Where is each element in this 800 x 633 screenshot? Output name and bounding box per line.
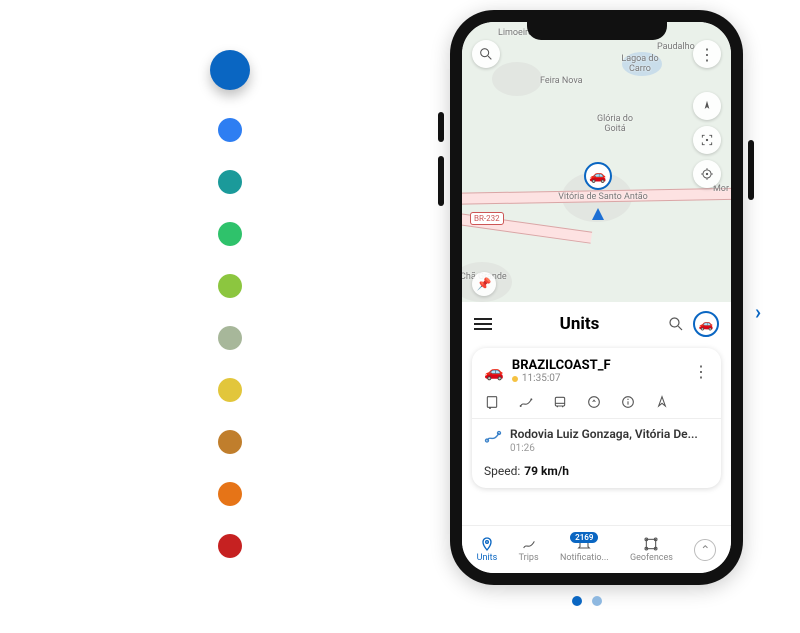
nav-label: Geofences bbox=[630, 553, 673, 563]
nav-notifications[interactable]: 2169 Notificatio... bbox=[560, 536, 609, 563]
palette-color-7[interactable] bbox=[218, 430, 242, 454]
nav-units[interactable]: Units bbox=[477, 536, 498, 563]
map-options-button[interactable]: ⋮ bbox=[693, 40, 721, 68]
pin-icon bbox=[479, 536, 495, 552]
trip-address: Rodovia Luiz Gonzaga, Vitória De... bbox=[510, 427, 698, 441]
bus-icon[interactable] bbox=[552, 394, 568, 410]
palette-color-4[interactable] bbox=[218, 274, 242, 298]
target-icon bbox=[700, 167, 714, 181]
compass-icon bbox=[700, 99, 714, 113]
chevron-up-icon: ⌃ bbox=[700, 543, 710, 557]
map-search-button[interactable] bbox=[472, 40, 500, 68]
locate-button[interactable] bbox=[693, 160, 721, 188]
menu-button[interactable] bbox=[474, 318, 492, 330]
geofence-icon bbox=[643, 536, 659, 552]
map-label: Lagoa do Carro bbox=[610, 54, 670, 74]
map-view[interactable]: Limoeiro Paudalho Lagoa do Carro Feira N… bbox=[462, 22, 731, 302]
report-icon[interactable] bbox=[484, 394, 500, 410]
panel-header: Units 🚗 bbox=[462, 304, 731, 344]
navigate-icon[interactable] bbox=[654, 394, 670, 410]
compass-button[interactable] bbox=[693, 92, 721, 120]
next-slide-button[interactable]: › bbox=[755, 300, 761, 324]
map-label: Mor bbox=[713, 184, 729, 194]
speed-row: Speed: 79 km/h bbox=[484, 464, 709, 478]
status-dot-icon bbox=[512, 376, 518, 382]
carousel-dot-1[interactable] bbox=[592, 596, 602, 606]
palette-color-8[interactable] bbox=[218, 482, 242, 506]
carousel-dots bbox=[572, 596, 602, 606]
chevron-right-icon: › bbox=[755, 300, 761, 324]
nav-more-button[interactable]: ⌃ bbox=[694, 539, 716, 561]
hamburger-icon bbox=[474, 318, 492, 320]
car-icon: 🚗 bbox=[699, 317, 714, 331]
road-badge: BR-232 bbox=[470, 212, 504, 225]
phone-side-button bbox=[748, 140, 754, 200]
unit-card-header: 🚗 BRAZILCOAST_F 11:35:07 ⋮ bbox=[484, 358, 709, 384]
phone-side-button bbox=[438, 112, 444, 142]
nav-label: Trips bbox=[519, 553, 539, 563]
panel-title: Units bbox=[500, 314, 659, 334]
unit-card[interactable]: 🚗 BRAZILCOAST_F 11:35:07 ⋮ Rodovia Luiz bbox=[472, 348, 721, 488]
share-icon[interactable] bbox=[586, 394, 602, 410]
trip-duration: 01:26 bbox=[510, 443, 698, 454]
speed-value: 79 km/h bbox=[524, 464, 569, 478]
palette-color-3[interactable] bbox=[218, 222, 242, 246]
info-icon[interactable] bbox=[620, 394, 636, 410]
unit-action-row bbox=[484, 394, 709, 410]
palette-color-2[interactable] bbox=[218, 170, 242, 194]
vehicle-marker[interactable]: 🚗 bbox=[584, 162, 612, 190]
car-icon: 🚗 bbox=[484, 362, 504, 381]
search-icon bbox=[478, 46, 494, 62]
unit-options-button[interactable]: ⋮ bbox=[693, 362, 709, 381]
route-icon[interactable] bbox=[518, 394, 534, 410]
pin-icon: 📌 bbox=[477, 277, 492, 291]
phone-side-button bbox=[438, 156, 444, 206]
car-icon: 🚗 bbox=[589, 168, 606, 184]
search-icon[interactable] bbox=[667, 315, 685, 333]
palette-color-6[interactable] bbox=[218, 378, 242, 402]
color-palette bbox=[210, 50, 250, 558]
tack-button[interactable]: 📌 bbox=[472, 272, 496, 296]
trip-row[interactable]: Rodovia Luiz Gonzaga, Vitória De... 01:2… bbox=[484, 427, 709, 454]
map-city-patch bbox=[492, 62, 542, 96]
bottom-nav: Units Trips 2169 Notificatio... Geofence… bbox=[462, 525, 731, 573]
speed-label: Speed: bbox=[484, 464, 520, 478]
palette-color-9[interactable] bbox=[218, 534, 242, 558]
focus-icon bbox=[700, 133, 714, 147]
carousel-dot-0[interactable] bbox=[572, 596, 582, 606]
nav-geofences[interactable]: Geofences bbox=[630, 536, 673, 563]
unit-avatar-button[interactable]: 🚗 bbox=[693, 311, 719, 337]
recenter-button[interactable] bbox=[693, 126, 721, 154]
map-label: Vitória de Santo Antão bbox=[558, 192, 648, 202]
more-vertical-icon: ⋮ bbox=[699, 45, 715, 64]
divider bbox=[472, 418, 721, 419]
palette-color-5[interactable] bbox=[218, 326, 242, 350]
map-label: Feira Nova bbox=[540, 76, 583, 86]
phone-notch bbox=[527, 22, 667, 40]
nav-label: Notificatio... bbox=[560, 553, 609, 563]
unit-name: BRAZILCOAST_F bbox=[512, 358, 611, 373]
map-label: Paudalho bbox=[657, 42, 695, 52]
notification-badge: 2169 bbox=[570, 532, 598, 543]
route-icon bbox=[521, 536, 537, 552]
nav-label: Units bbox=[477, 553, 498, 563]
route-icon bbox=[484, 427, 502, 445]
phone-frame: Limoeiro Paudalho Lagoa do Carro Feira N… bbox=[450, 10, 743, 585]
unit-time: 11:35:07 bbox=[522, 373, 561, 384]
palette-color-1[interactable] bbox=[218, 118, 242, 142]
palette-color-0[interactable] bbox=[210, 50, 250, 90]
user-direction-icon bbox=[592, 208, 604, 220]
map-label: Glória do Goitá bbox=[590, 114, 640, 134]
nav-trips[interactable]: Trips bbox=[519, 536, 539, 563]
